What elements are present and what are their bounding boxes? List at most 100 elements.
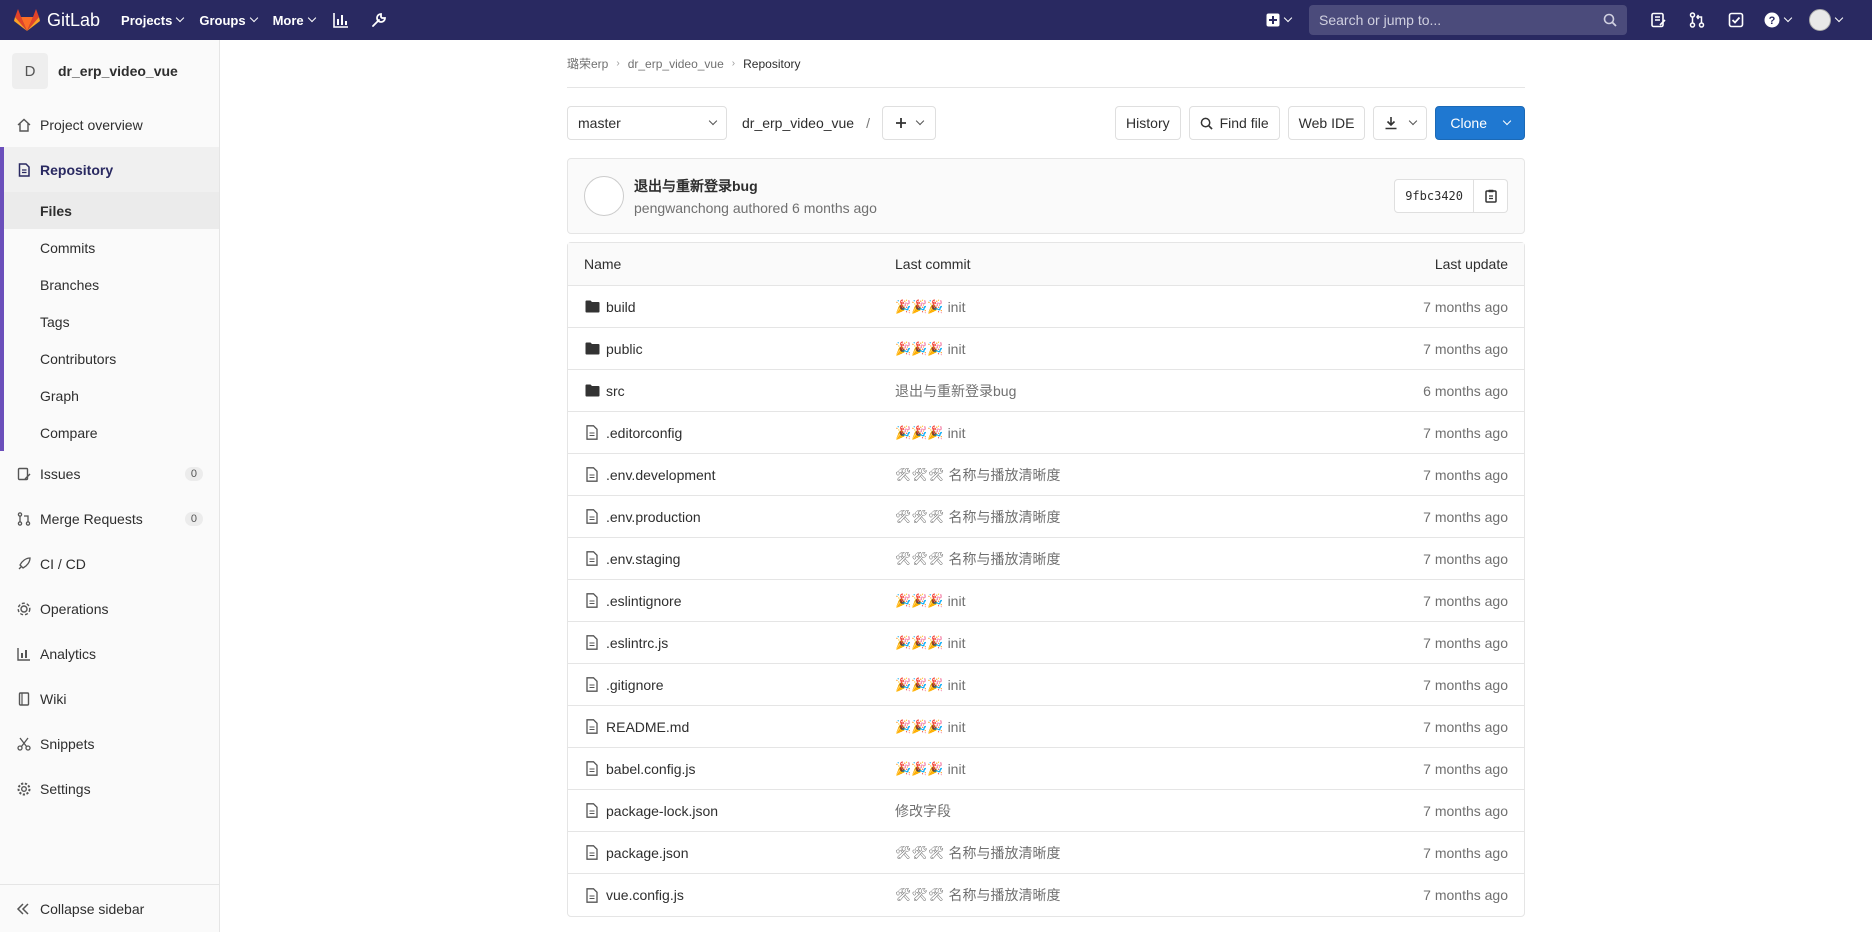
breadcrumb-project[interactable]: dr_erp_video_vue <box>628 57 724 71</box>
file-name-link[interactable]: src <box>606 383 625 399</box>
copy-sha-button[interactable] <box>1474 179 1508 213</box>
sidebar-item-repository[interactable]: Repository <box>0 147 219 192</box>
table-row[interactable]: build 🎉🎉🎉 init 7 months ago <box>568 286 1524 328</box>
commit-message-link[interactable]: init <box>948 677 966 693</box>
sidebar-item-analytics[interactable]: Analytics <box>0 631 219 676</box>
sidebar-sub-branches[interactable]: Branches <box>0 266 219 303</box>
sidebar-item-settings[interactable]: Settings <box>0 766 219 811</box>
commit-message-link[interactable]: init <box>948 593 966 609</box>
user-menu-dropdown[interactable] <box>1809 9 1844 31</box>
sidebar-sub-files[interactable]: Files <box>0 192 219 229</box>
gear-icon <box>16 781 32 797</box>
file-name-link[interactable]: public <box>606 341 643 357</box>
file-name-link[interactable]: build <box>606 299 636 315</box>
gitlab-logo[interactable]: GitLab <box>14 0 100 40</box>
admin-wrench-icon[interactable] <box>369 10 389 30</box>
table-row[interactable]: babel.config.js 🎉🎉🎉 init 7 months ago <box>568 748 1524 790</box>
file-name-link[interactable]: .env.production <box>606 509 701 525</box>
commit-message-link[interactable]: init <box>948 341 966 357</box>
commit-message-link[interactable]: init <box>948 425 966 441</box>
table-row[interactable]: .gitignore 🎉🎉🎉 init 7 months ago <box>568 664 1524 706</box>
new-item-dropdown[interactable] <box>1266 13 1293 27</box>
sidebar-sub-compare[interactable]: Compare <box>0 414 219 451</box>
commit-author-avatar[interactable] <box>584 176 624 216</box>
add-to-tree-dropdown[interactable] <box>881 106 936 140</box>
activity-chart-icon[interactable] <box>331 10 351 30</box>
file-name-link[interactable]: babel.config.js <box>606 761 696 777</box>
todo-checkbox-icon[interactable] <box>1725 9 1747 31</box>
file-name-link[interactable]: package-lock.json <box>606 803 718 819</box>
commit-message-link[interactable]: init <box>948 299 966 315</box>
commit-message-link[interactable]: 名称与播放清晰度 <box>949 843 1061 863</box>
branch-select[interactable]: master <box>567 106 727 140</box>
table-row[interactable]: .env.production 🛠🛠🛠 名称与播放清晰度 7 months ago <box>568 496 1524 538</box>
sidebar-item-cicd[interactable]: CI / CD <box>0 541 219 586</box>
sidebar-item-project-overview[interactable]: Project overview <box>0 102 219 147</box>
table-row[interactable]: vue.config.js 🛠🛠🛠 名称与播放清晰度 7 months ago <box>568 874 1524 916</box>
commit-message-link[interactable]: init <box>948 761 966 777</box>
commit-title[interactable]: 退出与重新登录bug <box>634 176 877 196</box>
commit-emoji: 🛠🛠🛠 <box>895 550 945 566</box>
table-row[interactable]: package.json 🛠🛠🛠 名称与播放清晰度 7 months ago <box>568 832 1524 874</box>
history-button[interactable]: History <box>1115 106 1181 140</box>
commit-message-link[interactable]: 退出与重新登录bug <box>895 381 1016 401</box>
file-name-link[interactable]: .eslintignore <box>606 593 682 609</box>
sidebar-item-merge-requests[interactable]: Merge Requests 0 <box>0 496 219 541</box>
breadcrumb-group[interactable]: 璐荣erp <box>567 55 608 72</box>
cell-name: package.json <box>584 845 895 861</box>
table-row[interactable]: README.md 🎉🎉🎉 init 7 months ago <box>568 706 1524 748</box>
commit-message-link[interactable]: 名称与播放清晰度 <box>949 885 1061 905</box>
repository-sub-list: Files Commits Branches Tags Contributors… <box>0 192 219 451</box>
sidebar-sub-tags[interactable]: Tags <box>0 303 219 340</box>
file-name-link[interactable]: .env.staging <box>606 551 680 567</box>
breadcrumb-current[interactable]: Repository <box>743 57 800 71</box>
table-row[interactable]: .editorconfig 🎉🎉🎉 init 7 months ago <box>568 412 1524 454</box>
commit-message-link[interactable]: init <box>948 719 966 735</box>
sidebar-sub-commits[interactable]: Commits <box>0 229 219 266</box>
help-dropdown[interactable]: ? <box>1764 12 1793 28</box>
search-icon[interactable] <box>1603 13 1617 27</box>
sidebar-item-snippets[interactable]: Snippets <box>0 721 219 766</box>
commit-message-link[interactable]: 修改字段 <box>895 801 951 821</box>
file-icon <box>584 719 600 735</box>
clone-dropdown[interactable]: Clone <box>1435 106 1525 140</box>
table-row[interactable]: .env.development 🛠🛠🛠 名称与播放清晰度 7 months ago <box>568 454 1524 496</box>
table-row[interactable]: .eslintignore 🎉🎉🎉 init 7 months ago <box>568 580 1524 622</box>
commit-message-link[interactable]: init <box>948 635 966 651</box>
file-name-link[interactable]: package.json <box>606 845 689 861</box>
cell-last-commit: 🎉🎉🎉 init <box>895 593 1348 609</box>
nav-projects[interactable]: Projects <box>121 13 185 28</box>
nav-more[interactable]: More <box>273 13 316 28</box>
table-row[interactable]: public 🎉🎉🎉 init 7 months ago <box>568 328 1524 370</box>
nav-groups[interactable]: Groups <box>199 13 258 28</box>
sidebar-item-wiki[interactable]: Wiki <box>0 676 219 721</box>
project-header[interactable]: D dr_erp_video_vue <box>0 40 219 102</box>
sidebar-item-issues[interactable]: Issues 0 <box>0 451 219 496</box>
commit-message-link[interactable]: 名称与播放清晰度 <box>949 465 1061 485</box>
download-dropdown[interactable] <box>1373 106 1428 140</box>
sidebar-sub-contributors[interactable]: Contributors <box>0 340 219 377</box>
repo-root-link[interactable]: dr_erp_video_vue <box>742 115 854 131</box>
table-row[interactable]: src 退出与重新登录bug 6 months ago <box>568 370 1524 412</box>
file-name-link[interactable]: README.md <box>606 719 689 735</box>
sidebar-sub-graph[interactable]: Graph <box>0 377 219 414</box>
file-name-link[interactable]: .editorconfig <box>606 425 682 441</box>
commit-message-link[interactable]: 名称与播放清晰度 <box>949 507 1061 527</box>
web-ide-button[interactable]: Web IDE <box>1287 106 1366 140</box>
search-input[interactable] <box>1319 12 1603 28</box>
commit-sha[interactable]: 9fbc3420 <box>1394 179 1474 213</box>
file-name-link[interactable]: .env.development <box>606 467 715 483</box>
file-name-link[interactable]: .eslintrc.js <box>606 635 668 651</box>
commit-message-link[interactable]: 名称与播放清晰度 <box>949 549 1061 569</box>
merge-request-icon[interactable] <box>1686 9 1708 31</box>
collapse-sidebar-button[interactable]: Collapse sidebar <box>0 884 220 932</box>
file-name-link[interactable]: .gitignore <box>606 677 664 693</box>
find-file-button[interactable]: Find file <box>1188 106 1280 140</box>
table-row[interactable]: package-lock.json 修改字段 7 months ago <box>568 790 1524 832</box>
file-name-link[interactable]: vue.config.js <box>606 887 684 903</box>
table-row[interactable]: .eslintrc.js 🎉🎉🎉 init 7 months ago <box>568 622 1524 664</box>
issues-todo-icon[interactable] <box>1647 9 1669 31</box>
cell-name: .eslintignore <box>584 593 895 609</box>
table-row[interactable]: .env.staging 🛠🛠🛠 名称与播放清晰度 7 months ago <box>568 538 1524 580</box>
sidebar-item-operations[interactable]: Operations <box>0 586 219 631</box>
